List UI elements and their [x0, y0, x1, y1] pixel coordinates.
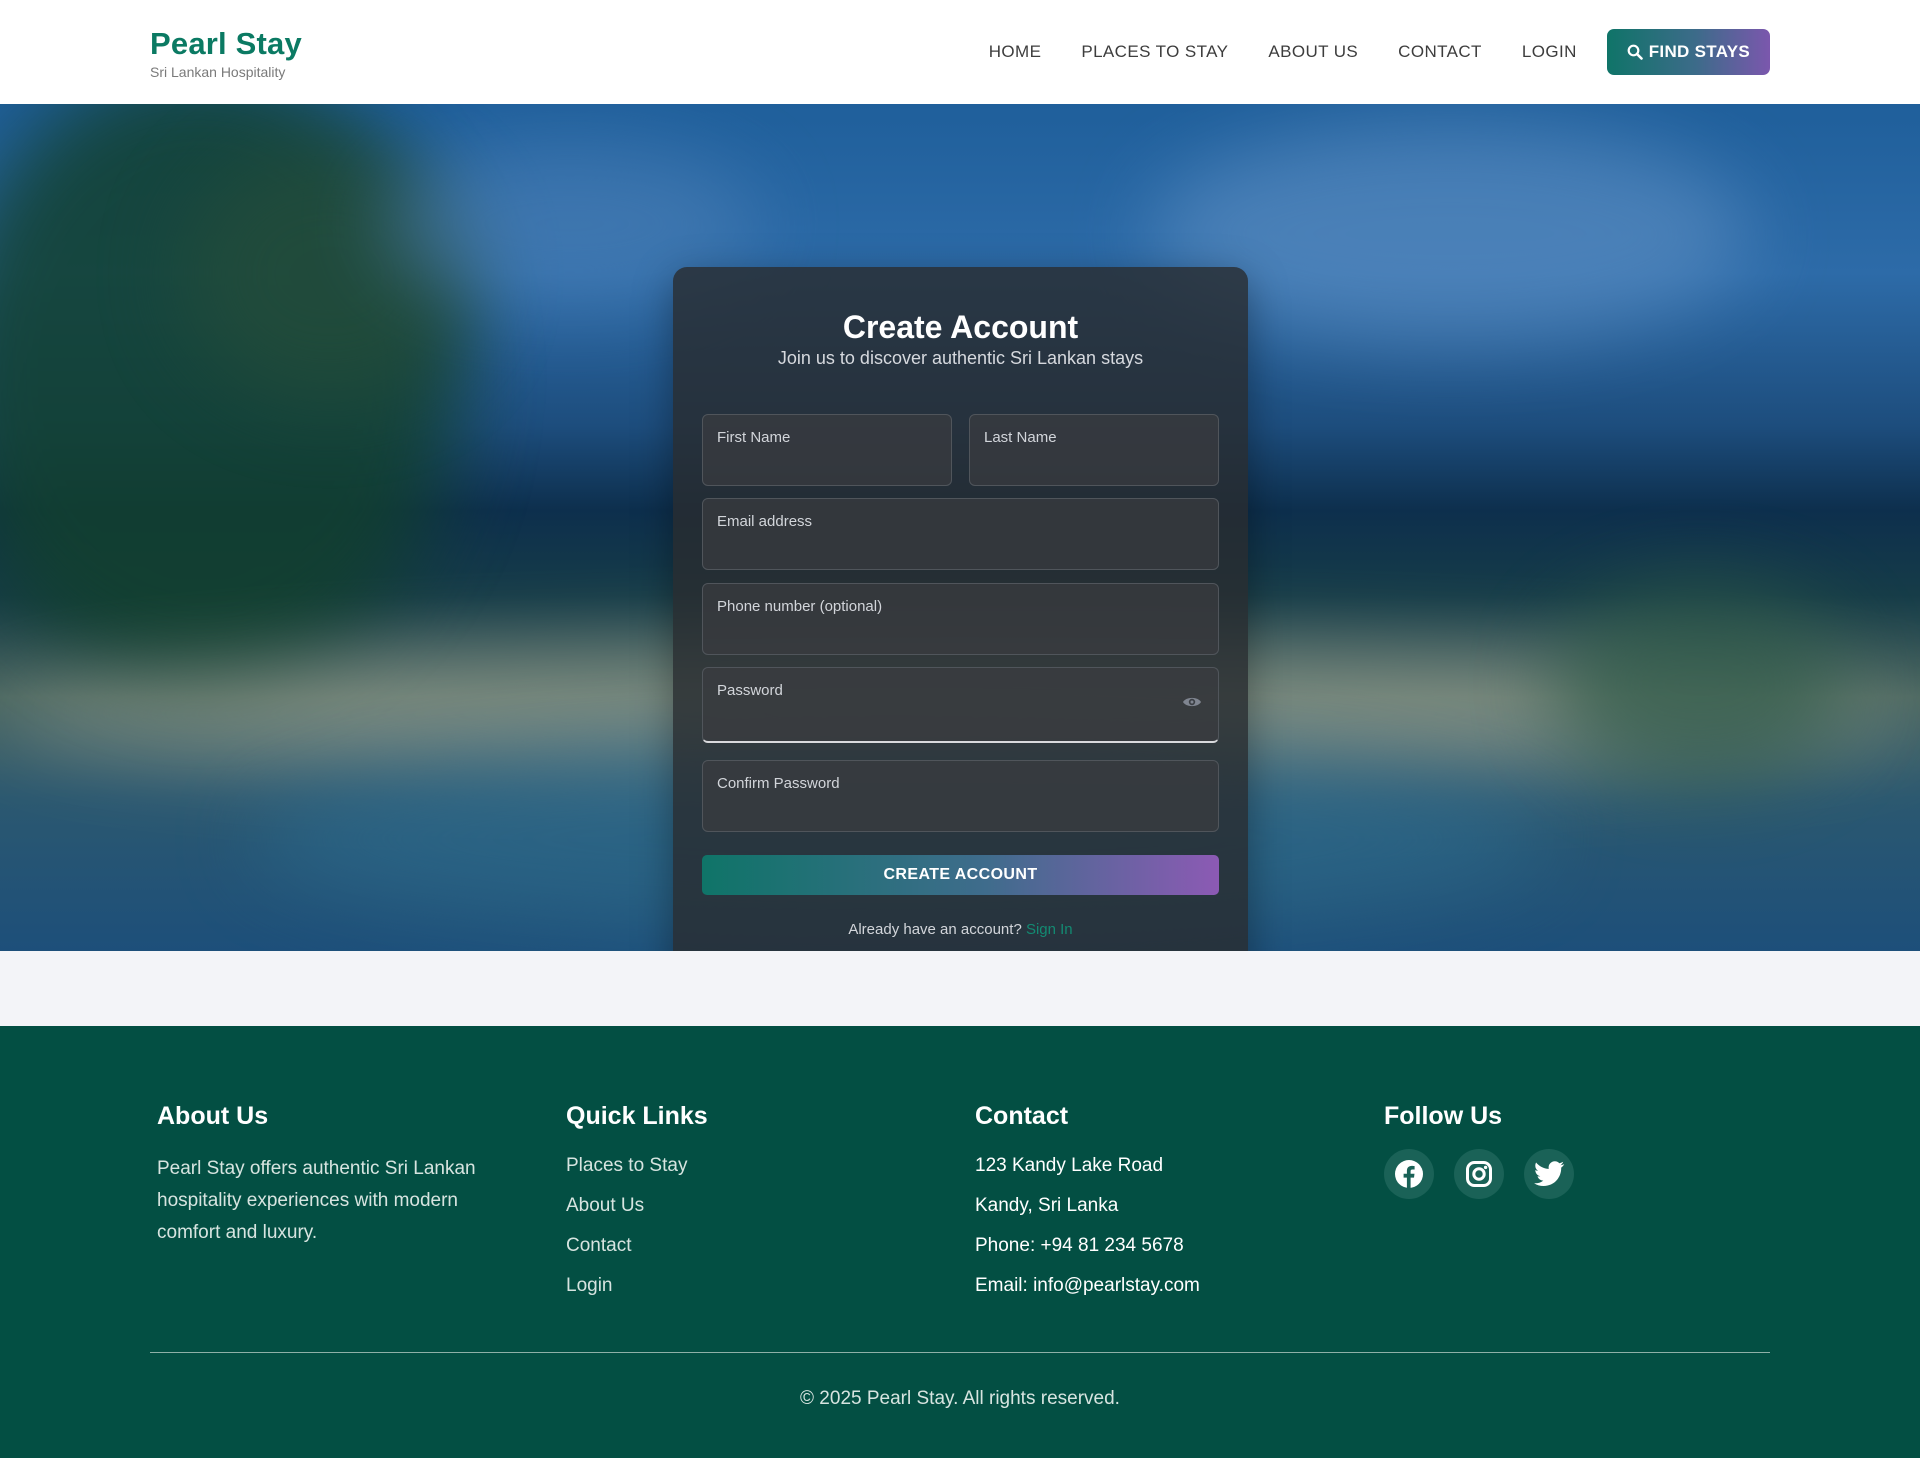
last-name-label: Last Name [984, 429, 1057, 446]
footer-divider [150, 1352, 1770, 1353]
footer-follow-heading: Follow Us [1384, 1102, 1503, 1130]
contact-email: Email: info@pearlstay.com [975, 1275, 1200, 1296]
find-stays-button[interactable]: FIND STAYS [1606, 29, 1770, 75]
facebook-button[interactable] [1384, 1149, 1434, 1199]
site-header: Pearl Stay Sri Lankan Hospitality HOME P… [0, 0, 1920, 104]
twitter-button[interactable] [1524, 1149, 1574, 1199]
signin-prompt: Already have an account? [848, 921, 1022, 938]
footer-about: About Us Pearl Stay offers authentic Sri… [157, 1102, 497, 1249]
footer-link-places-to-stay[interactable]: Places to Stay [566, 1155, 708, 1177]
find-stays-label: FIND STAYS [1648, 42, 1750, 61]
brand-title: Pearl Stay [150, 26, 302, 61]
contact-address: 123 Kandy Lake Road [975, 1155, 1164, 1176]
instagram-button[interactable] [1454, 1149, 1504, 1199]
nav-contact[interactable]: CONTACT [1398, 42, 1482, 62]
brand-logo[interactable]: Pearl Stay Sri Lankan Hospitality [150, 26, 302, 80]
phone-field[interactable]: Phone number (optional) [702, 583, 1219, 655]
signin-row: Already have an account? Sign In [673, 921, 1248, 938]
phone-label: Phone number (optional) [717, 598, 883, 615]
footer-quick-links-heading: Quick Links [566, 1102, 708, 1130]
password-field[interactable]: Password [702, 667, 1219, 743]
card-subtitle: Join us to discover authentic Sri Lankan… [777, 348, 1144, 368]
search-icon [1627, 44, 1643, 60]
signup-card: Create Account Join us to discover authe… [673, 267, 1248, 951]
footer-link-contact[interactable]: Contact [566, 1235, 708, 1257]
twitter-icon [1534, 1161, 1565, 1186]
site-footer: About Us Pearl Stay offers authentic Sri… [0, 1026, 1920, 1458]
last-name-field[interactable]: Last Name [969, 414, 1219, 486]
first-name-label: First Name [717, 429, 791, 446]
footer-link-about-us[interactable]: About Us [566, 1195, 708, 1217]
signin-link[interactable]: Sign In [1026, 921, 1073, 938]
social-links [1384, 1149, 1594, 1199]
nav-places-to-stay[interactable]: PLACES TO STAY [1081, 42, 1228, 62]
eye-icon[interactable] [1182, 695, 1202, 709]
facebook-icon [1395, 1160, 1423, 1188]
footer-quick-links: Quick Links Places to Stay About Us Cont… [566, 1102, 708, 1315]
copyright-text: © 2025 Pearl Stay. All rights reserved. [800, 1388, 1120, 1409]
card-title: Create Account [842, 309, 1079, 345]
instagram-icon [1466, 1161, 1492, 1187]
footer-follow: Follow Us [1384, 1102, 1594, 1199]
nav-login[interactable]: LOGIN [1522, 42, 1577, 62]
nav-about-us[interactable]: ABOUT US [1268, 42, 1358, 62]
contact-phone: Phone: +94 81 234 5678 [975, 1235, 1184, 1256]
confirm-password-field[interactable]: Confirm Password [702, 760, 1219, 832]
footer-link-login[interactable]: Login [566, 1275, 708, 1297]
brand-subtitle: Sri Lankan Hospitality [150, 64, 286, 80]
footer-about-text: Pearl Stay offers authentic Sri Lankan h… [157, 1158, 476, 1243]
hero-background: Create Account Join us to discover authe… [0, 104, 1920, 951]
email-field[interactable]: Email address [702, 498, 1219, 570]
footer-contact: Contact 123 Kandy Lake Road Kandy, Sri L… [975, 1102, 1200, 1315]
footer-about-heading: About Us [157, 1102, 269, 1130]
first-name-field[interactable]: First Name [702, 414, 952, 486]
confirm-password-label: Confirm Password [717, 775, 840, 792]
main-nav: HOME PLACES TO STAY ABOUT US CONTACT LOG… [989, 29, 1770, 75]
create-account-button[interactable]: CREATE ACCOUNT [702, 855, 1219, 895]
footer-contact-heading: Contact [975, 1102, 1069, 1130]
nav-home[interactable]: HOME [989, 42, 1042, 62]
password-label: Password [717, 682, 783, 699]
foliage-blur [1550, 584, 1850, 784]
email-label: Email address [717, 513, 813, 530]
contact-city: Kandy, Sri Lanka [975, 1195, 1119, 1216]
